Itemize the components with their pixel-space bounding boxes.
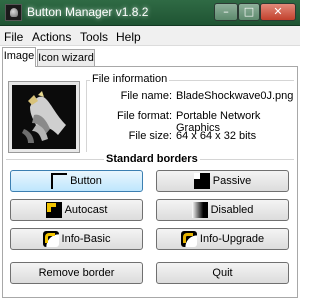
info-basic-border-label: Info-Basic — [61, 233, 111, 245]
image-preview — [8, 81, 80, 153]
standard-borders-title: Standard borders — [104, 153, 200, 165]
title-bar[interactable]: Button Manager v1.8.2 – □ ✕ — [0, 0, 300, 26]
file-name-value: BladeShockwave0J.png — [176, 90, 294, 102]
file-size-value: 64 x 64 x 32 bits — [176, 130, 257, 142]
file-size-label: File size: — [128, 130, 172, 142]
button-border-icon — [51, 173, 68, 189]
passive-border-icon — [193, 173, 210, 189]
info-basic-border-button[interactable]: Info-Basic — [10, 228, 143, 250]
info-upgrade-border-label: Info-Upgrade — [199, 233, 265, 245]
file-info-title: File information — [90, 73, 170, 85]
autocast-border-button[interactable]: Autocast — [10, 199, 143, 221]
blade-shockwave-icon — [12, 85, 76, 149]
menu-file[interactable]: File — [4, 30, 23, 44]
disabled-border-label: Disabled — [210, 204, 254, 216]
file-name-label: File name: — [120, 90, 172, 102]
file-format-label: File format: — [116, 110, 172, 122]
autocast-border-label: Autocast — [64, 204, 108, 216]
window-title: Button Manager v1.8.2 — [27, 5, 149, 19]
close-button[interactable]: ✕ — [260, 3, 296, 21]
button-border-label: Button — [70, 175, 102, 187]
remove-border-button[interactable]: Remove border — [10, 262, 143, 284]
menu-tools[interactable]: Tools — [80, 30, 108, 44]
disabled-border-button[interactable]: Disabled — [156, 199, 289, 221]
passive-border-label: Passive — [212, 175, 252, 187]
info-upgrade-border-icon — [180, 231, 197, 247]
autocast-border-icon — [45, 202, 62, 218]
button-border-button[interactable]: Button — [10, 170, 143, 192]
passive-border-button[interactable]: Passive — [156, 170, 289, 192]
quit-button[interactable]: Quit — [156, 262, 289, 284]
menu-actions[interactable]: Actions — [32, 30, 71, 44]
minimize-button[interactable]: – — [214, 3, 238, 21]
info-basic-border-icon — [42, 231, 59, 247]
menu-help[interactable]: Help — [116, 30, 141, 44]
disabled-border-icon — [191, 202, 208, 218]
info-upgrade-border-button[interactable]: Info-Upgrade — [156, 228, 289, 250]
app-icon — [5, 4, 22, 21]
menu-bar: File Actions Tools Help — [0, 26, 300, 46]
tab-icon-wizard[interactable]: Icon wizard — [37, 49, 95, 67]
file-info-border-left — [86, 80, 87, 152]
maximize-button[interactable]: □ — [238, 3, 260, 21]
tab-image[interactable]: Image — [2, 47, 36, 67]
